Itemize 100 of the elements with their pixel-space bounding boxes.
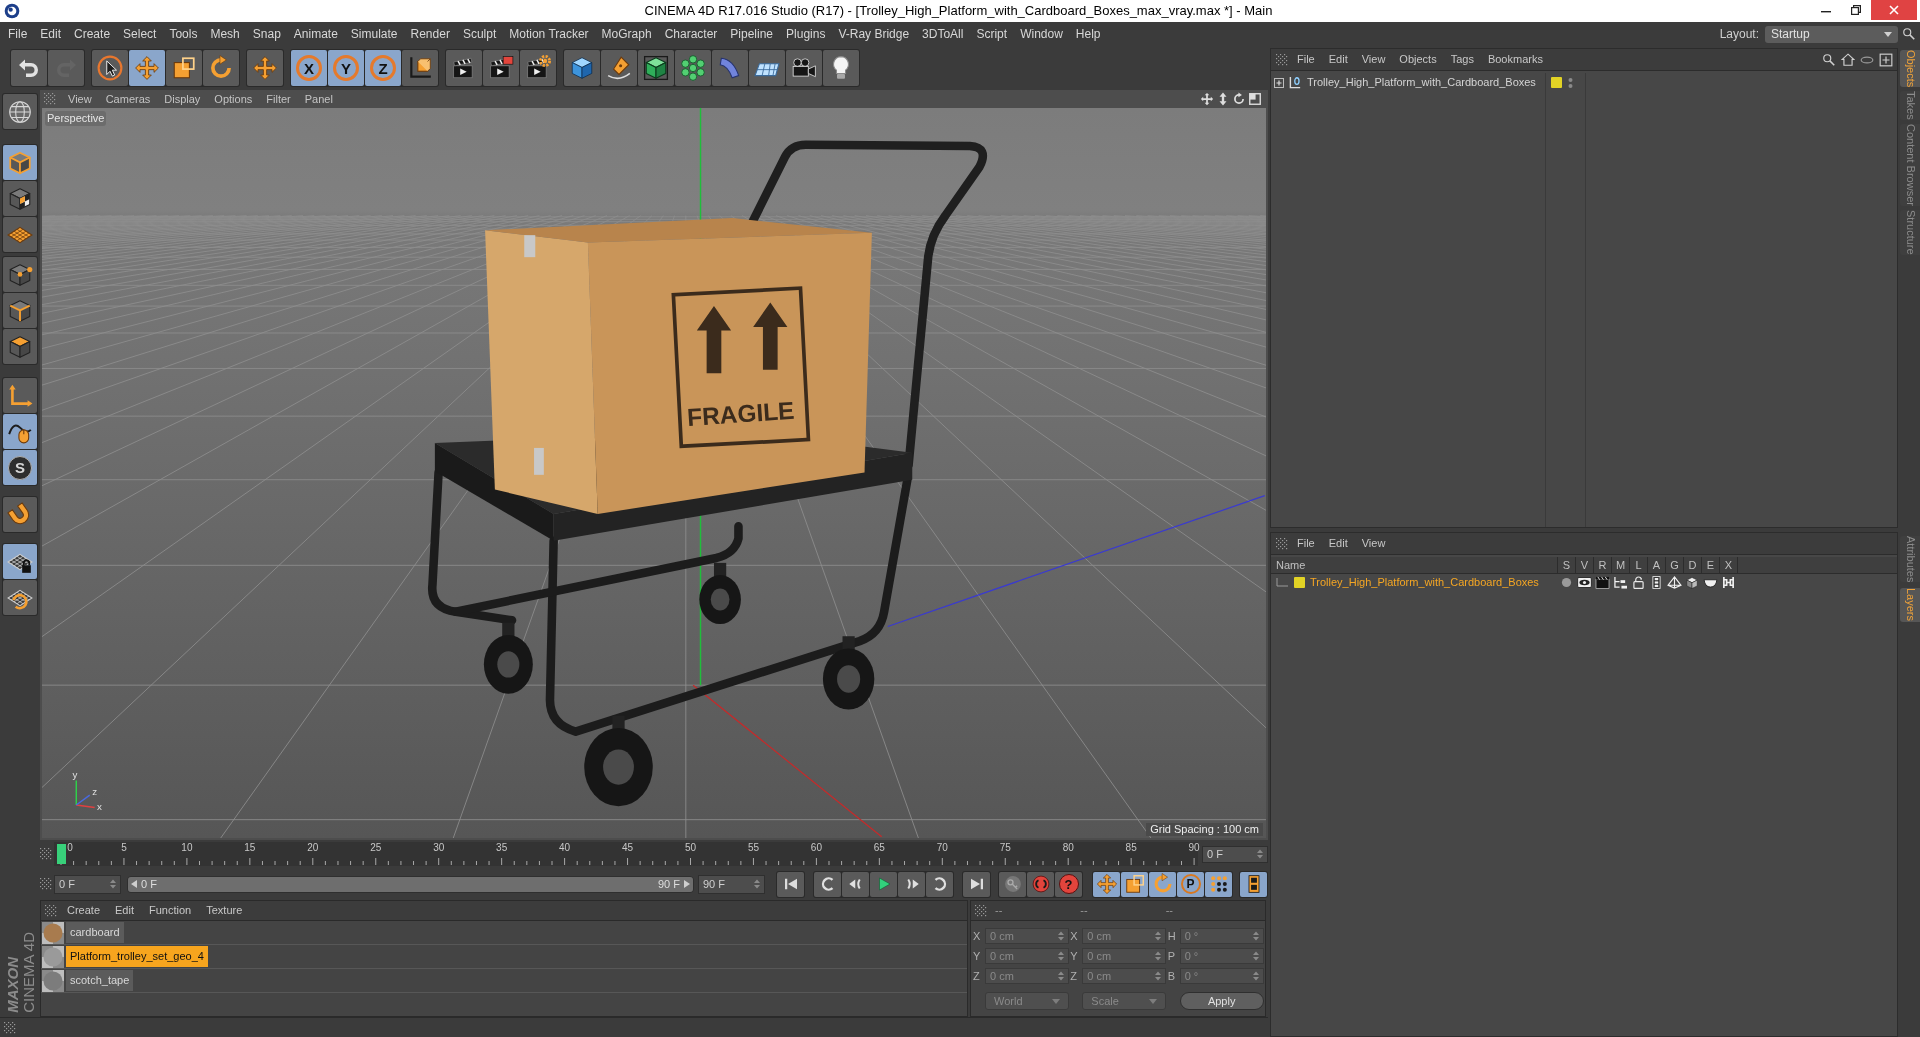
end-frame-field[interactable]: 90 F	[698, 874, 765, 894]
side-tab[interactable]: Attributes	[1900, 536, 1920, 583]
menu-item[interactable]: Tools	[169, 28, 198, 40]
layers-menu-item[interactable]: File	[1297, 538, 1315, 549]
column-header[interactable]: M	[1611, 557, 1629, 573]
workplane-mode-button[interactable]	[3, 217, 37, 252]
layer-toggle[interactable]	[1611, 574, 1629, 591]
column-header[interactable]: V	[1575, 557, 1593, 573]
select-tool-button[interactable]	[92, 50, 128, 86]
rotate-view-icon[interactable]	[1232, 92, 1246, 106]
objects-menu-item[interactable]: File	[1297, 54, 1315, 65]
layer-toggle[interactable]	[1665, 574, 1683, 591]
render-view-button[interactable]	[446, 50, 482, 86]
menu-item[interactable]: Mesh	[210, 28, 240, 40]
column-header[interactable]: L	[1629, 557, 1647, 573]
coordinate-system-button[interactable]	[402, 50, 438, 86]
layers-menu-item[interactable]: View	[1361, 538, 1386, 549]
move-key-button[interactable]	[1093, 871, 1120, 897]
material-menu-item[interactable]: Create	[67, 905, 101, 916]
maximize-icon[interactable]	[1248, 92, 1262, 106]
menu-item[interactable]: Snap	[252, 28, 281, 40]
render-picture-button[interactable]	[483, 50, 519, 86]
cube-button[interactable]	[564, 50, 600, 86]
first-frame-button[interactable]	[777, 871, 804, 897]
objects-menu-item[interactable]: Bookmarks	[1487, 54, 1543, 65]
column-header[interactable]: Name	[1271, 557, 1557, 573]
layer-swatch-icon[interactable]	[1551, 77, 1562, 88]
menu-item[interactable]: Animate	[293, 28, 338, 40]
menu-item[interactable]: Render	[410, 28, 450, 40]
visibility-dots-icon[interactable]	[1568, 76, 1573, 89]
view-menu-item[interactable]: View	[68, 93, 92, 105]
rotate-key-button[interactable]	[1149, 871, 1176, 897]
search-icon[interactable]	[1822, 52, 1836, 67]
autokey-button[interactable]: ?	[1055, 871, 1082, 897]
record-button[interactable]	[1027, 871, 1054, 897]
point-level-button[interactable]	[1205, 871, 1232, 897]
timeline-ruler[interactable]: 0 5 10 15 20 25 30 35 40 45 50 55 60 65 70 75 80 85 90	[54, 842, 1198, 866]
camera-button[interactable]	[786, 50, 822, 86]
side-tab[interactable]: Structure	[1900, 210, 1920, 255]
menu-item[interactable]: Plugins	[786, 28, 826, 40]
snap-button[interactable]: S	[3, 450, 37, 485]
object-name[interactable]: Trolley_High_Platform_with_Cardboard_Boxes	[1307, 77, 1536, 88]
range-slider[interactable]: 0 F 90 F	[127, 875, 694, 893]
column-header[interactable]: D	[1683, 557, 1701, 573]
points-mode-button[interactable]	[3, 257, 37, 292]
make-editable-button[interactable]	[3, 94, 37, 129]
column-header[interactable]: G	[1665, 557, 1683, 573]
subdivision-button[interactable]	[638, 50, 674, 86]
layer-swatch-icon[interactable]	[1294, 577, 1305, 588]
menu-item[interactable]: File	[8, 28, 28, 40]
z-axis-button[interactable]: Z	[365, 50, 401, 86]
search-icon[interactable]	[1902, 27, 1916, 41]
cloner-button[interactable]	[675, 50, 711, 86]
material-menu-item[interactable]: Edit	[115, 905, 134, 916]
objects-menu-item[interactable]: Objects	[1399, 54, 1437, 65]
objects-menu-item[interactable]: Tags	[1450, 54, 1474, 65]
next-frame-button[interactable]	[898, 871, 925, 897]
layout-dropdown[interactable]: Startup	[1765, 25, 1898, 43]
side-tab[interactable]: Content Browser	[1900, 124, 1920, 206]
menu-item[interactable]: Edit	[40, 28, 62, 40]
menu-item[interactable]: Pipeline	[730, 28, 774, 40]
material-name[interactable]: cardboard	[66, 922, 124, 943]
recent-tool-button[interactable]	[247, 50, 283, 86]
menu-item[interactable]: Sculpt	[462, 28, 497, 40]
objects-menu-item[interactable]: Edit	[1328, 54, 1348, 65]
column-header[interactable]: R	[1593, 557, 1611, 573]
polygons-mode-button[interactable]	[3, 329, 37, 364]
menu-item[interactable]: Window	[1020, 28, 1063, 40]
column-header[interactable]: S	[1557, 557, 1575, 573]
undo-button[interactable]	[11, 50, 47, 86]
expand-box-icon[interactable]	[1274, 77, 1284, 88]
oval-icon[interactable]	[1860, 54, 1874, 65]
material-name[interactable]: scotch_tape	[66, 970, 134, 991]
rotate-tool-button[interactable]	[203, 50, 239, 86]
workplane-rotate-button[interactable]	[3, 580, 37, 615]
layer-toggle[interactable]	[1575, 574, 1593, 591]
objects-menu-item[interactable]: View	[1361, 54, 1386, 65]
current-frame-field[interactable]: 0 F	[1202, 845, 1268, 863]
add-panel-icon[interactable]	[1879, 52, 1893, 67]
floor-button[interactable]	[749, 50, 785, 86]
bend-button[interactable]	[712, 50, 748, 86]
menu-item[interactable]: 3DToAll	[922, 28, 964, 40]
edges-mode-button[interactable]	[3, 293, 37, 328]
menu-item[interactable]: Character	[664, 28, 718, 40]
material-menu-item[interactable]: Texture	[206, 905, 243, 916]
menu-item[interactable]: V-Ray Bridge	[838, 28, 910, 40]
play-button[interactable]	[870, 871, 897, 897]
side-tab[interactable]: Objects	[1900, 50, 1920, 88]
column-header[interactable]: E	[1701, 557, 1719, 573]
menu-item[interactable]: Motion Tracker	[509, 28, 589, 40]
view-menu-item[interactable]: Options	[214, 93, 253, 105]
last-frame-button[interactable]	[963, 871, 990, 897]
material-name[interactable]: Platform_trolley_set_geo_4	[66, 946, 208, 967]
menu-item[interactable]: MoGraph	[601, 28, 652, 40]
layer-name[interactable]: Trolley_High_Platform_with_Cardboard_Boxes	[1310, 577, 1539, 588]
x-axis-button[interactable]: X	[291, 50, 327, 86]
side-tab[interactable]: Layers	[1900, 588, 1920, 622]
column-header[interactable]: X	[1719, 557, 1737, 573]
scale-tool-button[interactable]	[166, 50, 202, 86]
start-frame-field[interactable]: 0 F	[54, 874, 121, 894]
